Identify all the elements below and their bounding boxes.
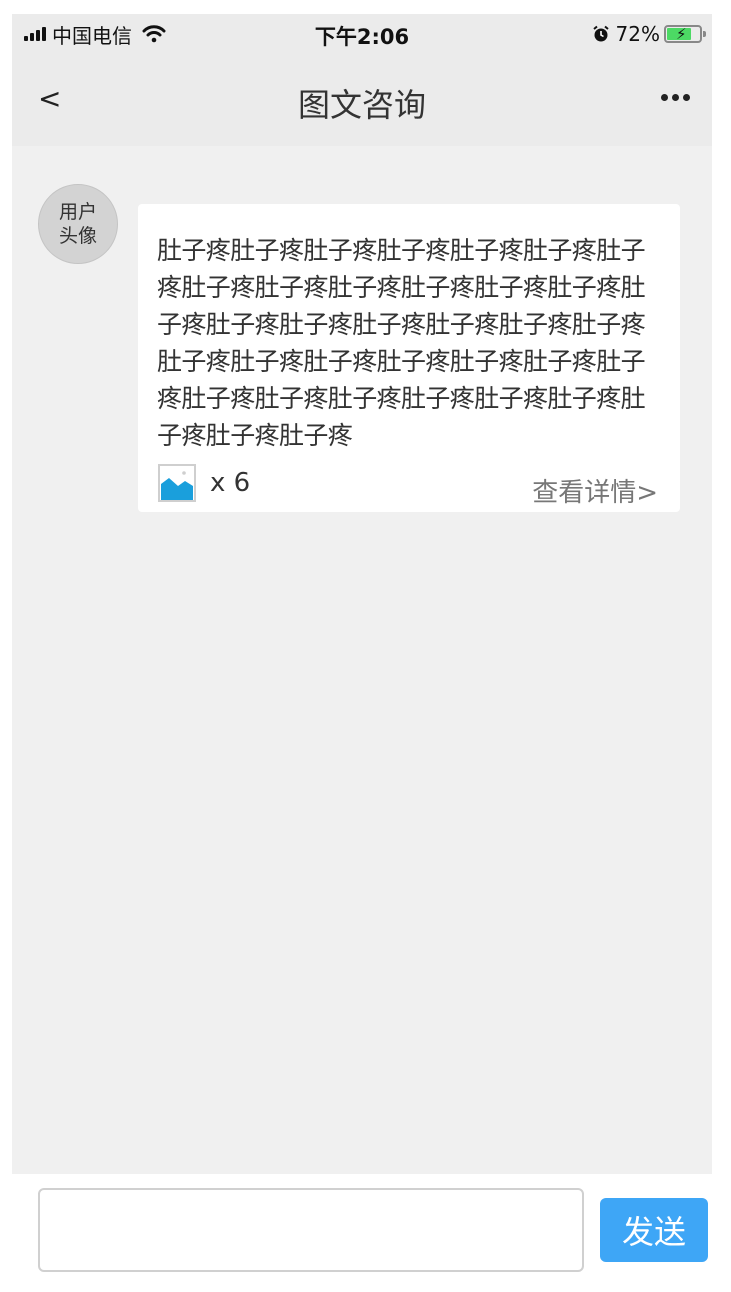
nav-bar: < 图文咨询 xyxy=(12,54,712,146)
battery-percent: 72% xyxy=(615,22,660,46)
status-bar: 中国电信 下午2:06 72% ⚡ xyxy=(12,14,712,54)
send-button[interactable]: 发送 xyxy=(600,1198,708,1262)
message-input[interactable] xyxy=(38,1188,584,1272)
image-icon[interactable] xyxy=(158,464,196,502)
image-count: x 6 xyxy=(210,468,251,498)
avatar[interactable]: 用户头像 xyxy=(38,184,118,264)
page-title: 图文咨询 xyxy=(297,86,426,124)
message-card[interactable]: 肚子疼肚子疼肚子疼肚子疼肚子疼肚子疼肚子疼肚子疼肚子疼肚子疼肚子疼肚子疼肚子疼肚… xyxy=(138,204,680,512)
view-details-link[interactable]: 查看详情> xyxy=(532,472,658,509)
message-text: 肚子疼肚子疼肚子疼肚子疼肚子疼肚子疼肚子疼肚子疼肚子疼肚子疼肚子疼肚子疼肚子疼肚… xyxy=(157,236,646,450)
status-right: 72% ⚡ xyxy=(592,21,706,47)
app-screen: 中国电信 下午2:06 72% ⚡ < 图文咨询 用户头像 肚子疼肚子疼肚子疼肚… xyxy=(12,14,712,1174)
more-dots-icon[interactable] xyxy=(661,94,690,101)
battery-charging-icon: ⚡ xyxy=(664,25,706,43)
alarm-icon xyxy=(592,25,609,42)
